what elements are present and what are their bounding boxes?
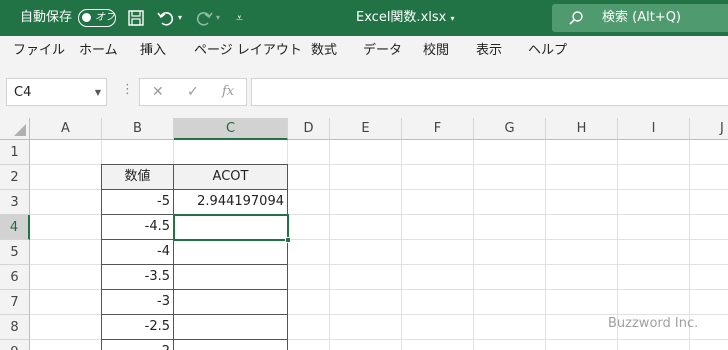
column-header-b[interactable]: B bbox=[102, 118, 174, 140]
cell-b3[interactable]: -5 bbox=[102, 190, 174, 215]
cell-b7[interactable]: -3 bbox=[102, 290, 174, 315]
fill-handle[interactable] bbox=[285, 237, 291, 243]
gridline bbox=[545, 140, 546, 350]
row-header-3[interactable]: 3 bbox=[0, 190, 30, 215]
undo-icon[interactable] bbox=[156, 8, 176, 28]
select-all-corner[interactable] bbox=[0, 118, 30, 140]
column-header-f[interactable]: F bbox=[402, 118, 474, 140]
column-header-c[interactable]: C bbox=[174, 118, 288, 140]
cell-b5[interactable]: -4 bbox=[102, 240, 174, 265]
menu-data[interactable]: データ bbox=[363, 36, 402, 66]
name-box-value: C4 bbox=[14, 85, 32, 100]
cell-c7[interactable] bbox=[174, 290, 288, 315]
redo-icon[interactable] bbox=[194, 8, 214, 28]
autosave-toggle[interactable]: オフ bbox=[78, 9, 116, 27]
menu-formulas[interactable]: 数式 bbox=[311, 36, 337, 66]
cell-b8[interactable]: -2.5 bbox=[102, 315, 174, 340]
row-header-8[interactable]: 8 bbox=[0, 315, 30, 340]
row-header-2[interactable]: 2 bbox=[0, 165, 30, 190]
name-box-dropdown-icon[interactable]: ▼ bbox=[95, 79, 101, 107]
redo-dropdown-icon[interactable]: ▾ bbox=[216, 0, 220, 36]
undo-dropdown-icon[interactable]: ▾ bbox=[178, 0, 182, 36]
column-header-d[interactable]: D bbox=[288, 118, 330, 140]
menu-insert[interactable]: 挿入 bbox=[140, 36, 166, 66]
cell-c5[interactable] bbox=[174, 240, 288, 265]
formula-bar-grip-icon: ⋮ bbox=[121, 82, 134, 97]
menu-home[interactable]: ホーム bbox=[79, 36, 118, 66]
enter-icon[interactable]: ✓ bbox=[187, 79, 199, 105]
gridline bbox=[329, 140, 330, 350]
cell-c9[interactable] bbox=[174, 340, 288, 350]
file-name: Excel関数.xlsx bbox=[356, 10, 447, 25]
formula-buttons: ✕ ✓ fx bbox=[139, 78, 247, 106]
watermark: Buzzword Inc. bbox=[608, 316, 699, 331]
cell-c2[interactable]: ACOT bbox=[174, 165, 288, 190]
menu-help[interactable]: ヘルプ bbox=[528, 36, 567, 66]
row-header-4[interactable]: 4 bbox=[0, 215, 30, 240]
column-header-a[interactable]: A bbox=[30, 118, 102, 140]
customize-toolbar-icon[interactable]: ⩡ bbox=[236, 0, 243, 36]
cell-b4[interactable]: -4.5 bbox=[102, 215, 174, 240]
row-header-1[interactable]: 1 bbox=[0, 140, 30, 165]
toggle-knob bbox=[82, 13, 91, 22]
cell-c8[interactable] bbox=[174, 315, 288, 340]
menu-page-layout[interactable]: ページ レイアウト bbox=[194, 36, 302, 66]
cell-b9[interactable]: -2 bbox=[102, 340, 174, 350]
select-all-triangle-icon bbox=[14, 124, 26, 136]
row-header-9[interactable]: 9 bbox=[0, 340, 30, 350]
active-cell-selection[interactable] bbox=[173, 214, 289, 241]
name-box[interactable]: C4 ▼ bbox=[6, 78, 107, 106]
gridline bbox=[473, 140, 474, 350]
row-header-6[interactable]: 6 bbox=[0, 265, 30, 290]
search-icon bbox=[569, 11, 583, 25]
file-title-dropdown-icon: ▾ bbox=[450, 14, 455, 23]
cell-b6[interactable]: -3.5 bbox=[102, 265, 174, 290]
save-icon[interactable] bbox=[126, 8, 146, 28]
column-header-i[interactable]: I bbox=[618, 118, 690, 140]
column-header-g[interactable]: G bbox=[474, 118, 546, 140]
column-header-h[interactable]: H bbox=[546, 118, 618, 140]
cell-c3[interactable]: 2.944197094 bbox=[174, 190, 288, 215]
gridline bbox=[401, 140, 402, 350]
file-title[interactable]: Excel関数.xlsx ▾ bbox=[356, 0, 455, 36]
menu-view[interactable]: 表示 bbox=[476, 36, 502, 66]
formula-input[interactable] bbox=[251, 78, 728, 106]
autosave-state: オフ bbox=[95, 12, 115, 23]
search-box[interactable]: 検索 (Alt+Q) bbox=[552, 4, 728, 32]
cancel-icon[interactable]: ✕ bbox=[152, 79, 164, 105]
insert-function-icon[interactable]: fx bbox=[222, 79, 234, 105]
autosave-label: 自動保存 bbox=[20, 10, 73, 25]
row-header-5[interactable]: 5 bbox=[0, 240, 30, 265]
row-header-7[interactable]: 7 bbox=[0, 290, 30, 315]
search-placeholder: 検索 (Alt+Q) bbox=[602, 10, 682, 25]
menu-file[interactable]: ファイル bbox=[13, 36, 65, 66]
column-header-j[interactable]: J bbox=[690, 118, 728, 140]
title-bar: 自動保存 オフ ▾ ▾ ⩡ Excel関数.xlsx ▾ 検索 (Alt+Q) bbox=[0, 0, 728, 36]
column-header-e[interactable]: E bbox=[330, 118, 402, 140]
ribbon-menu-bar: ファイル ホーム 挿入 ページ レイアウト 数式 データ 校閲 表示 ヘルプ bbox=[0, 36, 728, 66]
cell-b2[interactable]: 数値 bbox=[102, 165, 174, 190]
cell-c6[interactable] bbox=[174, 265, 288, 290]
menu-review[interactable]: 校閲 bbox=[423, 36, 449, 66]
